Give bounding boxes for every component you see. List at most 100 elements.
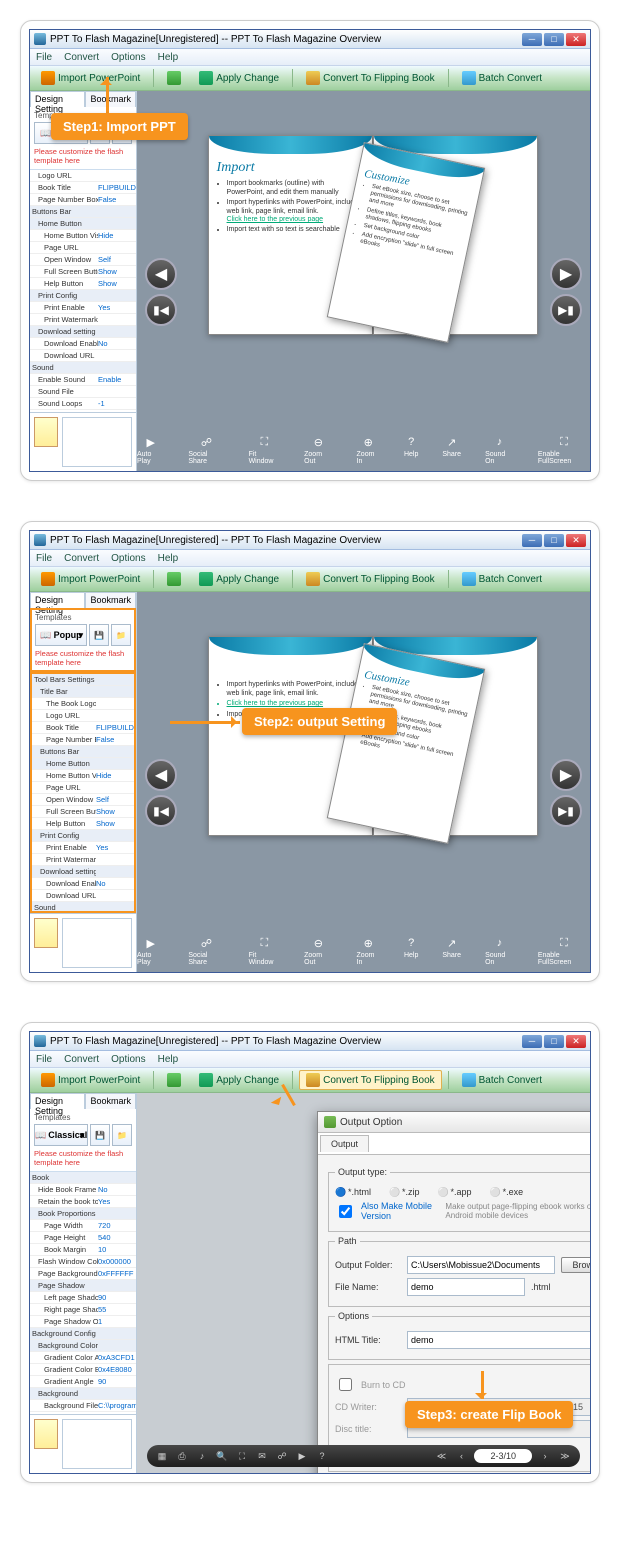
burn-cd-checkbox[interactable] xyxy=(339,1378,352,1391)
preview-tool-social-share[interactable]: ☍Social Share xyxy=(188,936,224,966)
property-row[interactable]: Print Watermark File xyxy=(30,314,136,326)
menu-options[interactable]: Options xyxy=(105,52,151,63)
property-row[interactable]: Gradient Angle90 xyxy=(30,1376,136,1388)
batch-convert-button[interactable]: Batch Convert xyxy=(455,569,549,589)
html-title-input[interactable] xyxy=(407,1331,590,1349)
output-type-zip[interactable]: ⚪*.zip xyxy=(389,1187,420,1197)
property-row[interactable]: Sound Loops-1 xyxy=(30,398,136,410)
property-row[interactable]: Enable SoundEnable xyxy=(30,374,136,386)
property-row[interactable]: Book TitleFLIPBUILDER... xyxy=(30,182,136,194)
preview-tool-fit-window[interactable]: ⛶Fit Window xyxy=(249,936,281,966)
property-row[interactable]: Left page Shadow90 xyxy=(30,1292,136,1304)
minimize-button[interactable]: ─ xyxy=(522,534,542,547)
preview-tool-zoom-in[interactable]: ⊕Zoom In xyxy=(357,936,380,966)
property-row[interactable]: Logo URL xyxy=(30,170,136,182)
property-row[interactable]: Print Watermark File xyxy=(32,854,134,866)
property-row[interactable]: Gradient Color B0x4E8080 xyxy=(30,1364,136,1376)
property-row[interactable]: Title Bar xyxy=(32,686,134,698)
zoom-icon[interactable]: 🔍 xyxy=(215,1449,229,1463)
property-row[interactable]: Background Color xyxy=(30,1340,136,1352)
property-row[interactable]: Page Width720 xyxy=(30,1220,136,1232)
property-grid[interactable]: Logo URLBook TitleFLIPBUILDER...Page Num… xyxy=(30,170,136,412)
mail-icon[interactable]: ✉ xyxy=(255,1449,269,1463)
last-page-button[interactable]: ▶▮ xyxy=(550,294,582,326)
property-row[interactable]: Home Button VisibleHide xyxy=(32,770,134,782)
property-row[interactable]: Hide Book Frame BarNo xyxy=(30,1184,136,1196)
property-row[interactable]: Page URL xyxy=(32,782,134,794)
maximize-button[interactable]: □ xyxy=(544,534,564,547)
property-row[interactable]: Book Proportions xyxy=(30,1208,136,1220)
output-type-html[interactable]: 🔵*.html xyxy=(335,1187,371,1197)
property-row[interactable]: Open WindowSelf xyxy=(30,254,136,266)
property-row[interactable]: Print EnableYes xyxy=(32,842,134,854)
output-folder-input[interactable] xyxy=(407,1256,555,1274)
property-row[interactable]: Book TitleFLIPBUILDER... xyxy=(32,722,134,734)
property-row[interactable]: Gradient Color A0xA3CFD1 xyxy=(30,1352,136,1364)
sound-icon[interactable]: ♪ xyxy=(195,1449,209,1463)
preview-tool-share[interactable]: ↗Share xyxy=(442,936,461,966)
property-row[interactable]: Help ButtonShow xyxy=(32,818,134,830)
prev-page-button[interactable]: ◀ xyxy=(145,258,177,290)
import-powerpoint-button[interactable]: Import PowerPoint xyxy=(34,68,147,88)
menu-convert[interactable]: Convert xyxy=(58,52,105,63)
property-row[interactable]: Home Button VisibleHide xyxy=(30,230,136,242)
minimize-button[interactable]: ─ xyxy=(522,33,542,46)
browse-button[interactable]: Browse... xyxy=(561,1257,590,1273)
property-row[interactable]: Book Margin10 xyxy=(30,1244,136,1256)
close-button[interactable]: ✕ xyxy=(566,534,586,547)
property-row[interactable]: Download EnableNo xyxy=(32,878,134,890)
output-type-app[interactable]: ⚪*.app xyxy=(438,1187,472,1197)
property-grid[interactable]: BookHide Book Frame BarNoRetain the book… xyxy=(30,1172,136,1414)
property-row[interactable]: Download setting xyxy=(30,326,136,338)
print-icon[interactable]: ⎙ xyxy=(175,1449,189,1463)
file-name-input[interactable] xyxy=(407,1278,525,1296)
property-row[interactable]: Print EnableYes xyxy=(30,302,136,314)
property-row[interactable]: Print Config xyxy=(30,290,136,302)
property-row[interactable]: Page Height540 xyxy=(30,1232,136,1244)
property-row[interactable]: Sound File xyxy=(30,386,136,398)
preview-tool-zoom-out[interactable]: ⊖Zoom Out xyxy=(304,435,332,465)
tab-design-setting[interactable]: Design Setting xyxy=(30,91,85,107)
convert-button-highlighted[interactable]: Convert To Flipping Book xyxy=(299,1070,442,1090)
property-row[interactable]: Download setting xyxy=(32,866,134,878)
next-page-button[interactable]: ▶ xyxy=(550,258,582,290)
description-box[interactable] xyxy=(62,417,132,467)
refresh-button[interactable] xyxy=(160,68,188,88)
property-row[interactable]: Logo URL xyxy=(32,710,134,722)
preview-tool-zoom-in[interactable]: ⊕Zoom In xyxy=(357,435,380,465)
apply-change-button[interactable]: Apply Change xyxy=(192,68,286,88)
property-row[interactable]: Background xyxy=(30,1388,136,1400)
preview-tool-help[interactable]: ?Help xyxy=(404,936,418,966)
property-row[interactable]: Tool Bars Settings xyxy=(32,674,134,686)
property-row[interactable]: Full Screen ButtonShow xyxy=(32,806,134,818)
page-indicator[interactable]: 2-3/10 xyxy=(474,1449,532,1463)
property-row[interactable]: Download URL xyxy=(32,890,134,902)
output-tab[interactable]: Output xyxy=(320,1135,369,1152)
apply-change-button[interactable]: Apply Change xyxy=(192,569,286,589)
property-row[interactable]: Page Shadow Opacity1 xyxy=(30,1316,136,1328)
preview-tool-sound-on[interactable]: ♪Sound On xyxy=(485,435,514,465)
property-row[interactable]: Help ButtonShow xyxy=(30,278,136,290)
property-row[interactable]: Download URL xyxy=(30,350,136,362)
batch-convert-button[interactable]: Batch Convert xyxy=(455,68,549,88)
property-row[interactable]: Download EnableNo xyxy=(30,338,136,350)
property-row[interactable]: Background FileC:\\programD... xyxy=(30,1400,136,1412)
preview-tool-enable-fullscreen[interactable]: ⛶Enable FullScreen xyxy=(538,936,590,966)
close-button[interactable]: ✕ xyxy=(566,33,586,46)
first-page-icon[interactable]: ≪ xyxy=(434,1449,448,1463)
tab-bookmark[interactable]: Bookmark xyxy=(85,91,136,107)
preview-tool-zoom-out[interactable]: ⊖Zoom Out xyxy=(304,936,332,966)
property-row[interactable]: Print Config xyxy=(32,830,134,842)
preview-tool-sound-on[interactable]: ♪Sound On xyxy=(485,936,514,966)
preview-tool-auto-play[interactable]: ▶Auto Play xyxy=(137,435,164,465)
preview-tool-social-share[interactable]: ☍Social Share xyxy=(188,435,224,465)
autoplay-icon[interactable]: ▶ xyxy=(295,1449,309,1463)
property-row[interactable]: Full Screen ButtonShow xyxy=(30,266,136,278)
menu-help[interactable]: Help xyxy=(152,52,185,63)
import-powerpoint-button[interactable]: Import PowerPoint xyxy=(34,569,147,589)
preview-tool-help[interactable]: ?Help xyxy=(404,435,418,465)
preview-tool-auto-play[interactable]: ▶Auto Play xyxy=(137,936,164,966)
thumbs-icon[interactable]: ▦ xyxy=(155,1449,169,1463)
property-row[interactable]: Flash Window Color0x000000 xyxy=(30,1256,136,1268)
first-page-button[interactable]: ▮◀ xyxy=(145,294,177,326)
